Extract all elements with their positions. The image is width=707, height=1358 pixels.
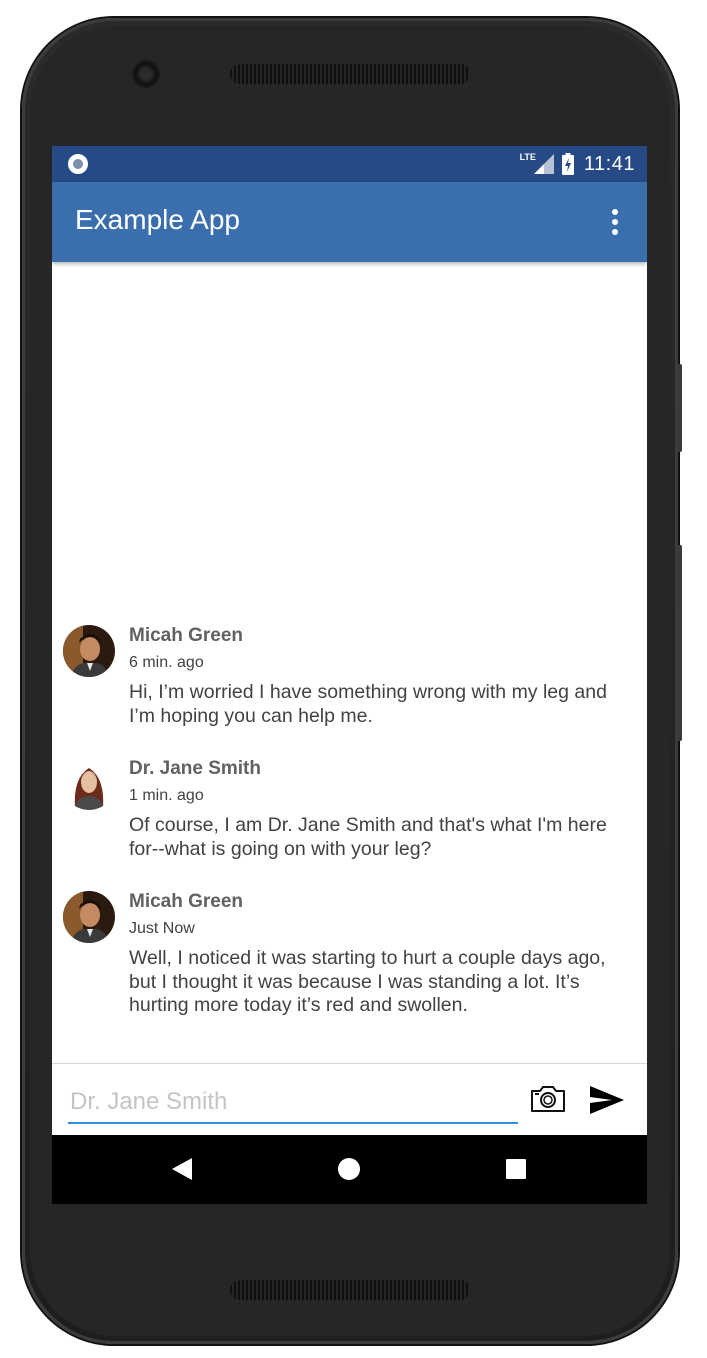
bottom-speaker — [230, 1280, 470, 1300]
camera-icon[interactable] — [530, 1084, 566, 1114]
male-avatar — [63, 891, 115, 943]
message-input[interactable] — [68, 1082, 518, 1124]
male-avatar — [63, 625, 115, 677]
app-title: Example App — [75, 204, 240, 235]
status-bar: LTE 11:41 — [52, 146, 647, 182]
front-camera — [134, 62, 158, 86]
volume-button — [677, 545, 682, 741]
message-sender: Micah Green — [129, 625, 244, 646]
app-bar: Example App — [52, 182, 647, 262]
home-icon[interactable] — [338, 1158, 360, 1180]
status-time: 11:41 — [583, 152, 635, 175]
message-text: Hi, I’m worried I have something wrong w… — [129, 681, 607, 727]
message-text: Well, I noticed it was starting to hurt … — [129, 947, 606, 1016]
message-timestamp: 6 min. ago — [129, 654, 204, 671]
network-type-label: LTE — [519, 152, 536, 162]
battery-charging-icon — [561, 153, 574, 175]
message-sender: Micah Green — [129, 891, 244, 912]
send-icon[interactable] — [590, 1086, 624, 1114]
top-speaker — [230, 64, 470, 84]
message-composer — [52, 1063, 647, 1135]
status-icons: LTE 11:41 — [520, 146, 635, 182]
navigation-bar — [52, 1135, 647, 1204]
message-text: Of course, I am Dr. Jane Smith and that'… — [129, 814, 607, 860]
screen: LTE 11:41 Example App Micah Green 6 min.… — [52, 146, 647, 1204]
message-list: Micah Green 6 min. ago Hi, I’m worried I… — [52, 262, 647, 1062]
message-sender: Dr. Jane Smith — [129, 758, 261, 779]
message-timestamp: 1 min. ago — [129, 787, 204, 804]
message-timestamp: Just Now — [129, 920, 195, 937]
power-button — [677, 364, 682, 452]
recents-icon[interactable] — [506, 1159, 526, 1179]
back-icon[interactable] — [170, 1157, 194, 1181]
female-avatar — [63, 758, 115, 810]
notification-icon — [68, 154, 88, 174]
more-vert-icon[interactable] — [605, 206, 625, 238]
